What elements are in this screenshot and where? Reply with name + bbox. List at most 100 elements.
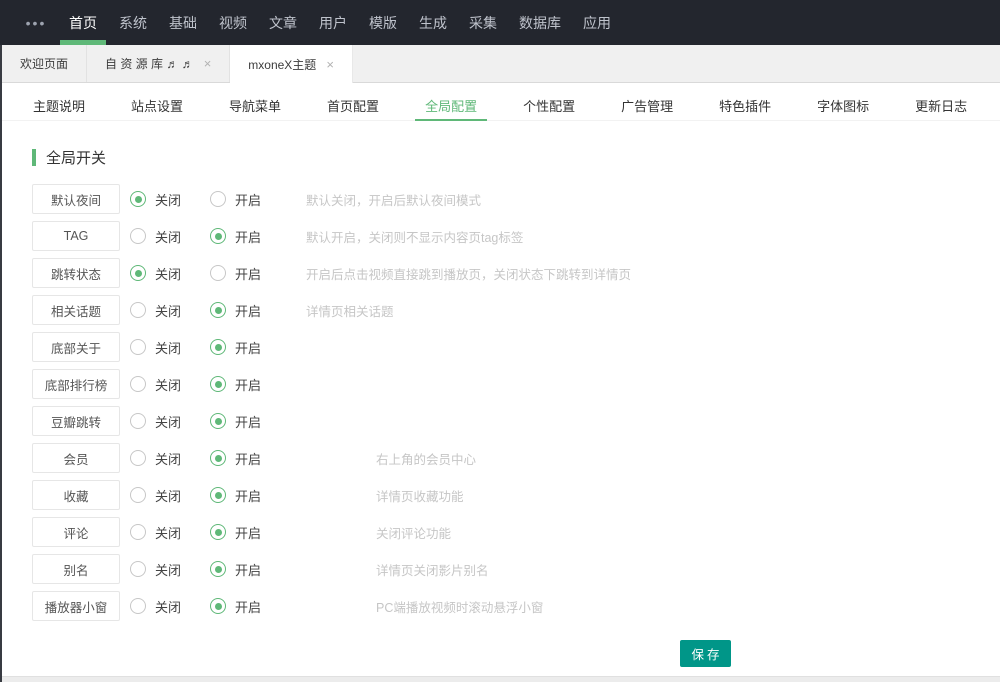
switch-row: 相关话题 关闭 开启 xyxy=(32,295,1000,325)
topnav-item[interactable]: 基础 xyxy=(158,0,208,45)
switch-name-box: 评论 xyxy=(32,517,120,547)
radio-circle-icon xyxy=(210,524,226,540)
radio-on[interactable]: 开启 xyxy=(210,338,276,357)
tab[interactable]: 欢迎页面 xyxy=(2,45,87,82)
radio-on-label: 开启 xyxy=(235,375,261,394)
topnav-item[interactable]: 系统 xyxy=(108,0,158,45)
switch-name-box: 别名 xyxy=(32,554,120,584)
radio-circle-icon xyxy=(210,598,226,614)
radio-off-label: 关闭 xyxy=(155,227,181,246)
radio-on[interactable]: 开启 xyxy=(210,264,276,283)
radio-off[interactable]: 关闭 xyxy=(130,227,196,246)
subnav: 主题说明 站点设置 导航菜单 首页配置 全局配置 xyxy=(2,91,1000,121)
switch-name: 默认夜间 xyxy=(51,190,101,209)
radio-circle-icon xyxy=(210,228,226,244)
radio-off[interactable]: 关闭 xyxy=(130,338,196,357)
save-button[interactable]: 保存 xyxy=(680,640,731,667)
switch-description: 默认关闭，开启后默认夜间模式 xyxy=(306,190,481,209)
radio-on[interactable]: 开启 xyxy=(210,597,276,616)
window-frame: 欢迎页面 自 资 源 库 ♬ ♬ × mxoneX主题 × 主题说明 xyxy=(0,45,1000,682)
radio-off-label: 关闭 xyxy=(155,597,181,616)
radio-on[interactable]: 开启 xyxy=(210,227,276,246)
switch-name: 底部排行榜 xyxy=(45,375,108,394)
radio-on[interactable]: 开启 xyxy=(210,560,276,579)
radio-on-label: 开启 xyxy=(235,301,261,320)
menu-more-icon[interactable]: ••• xyxy=(14,0,58,45)
radio-circle-icon xyxy=(130,339,146,355)
topnav-item[interactable]: 模版 xyxy=(358,0,408,45)
radio-off[interactable]: 关闭 xyxy=(130,412,196,431)
tab[interactable]: mxoneX主题 × xyxy=(230,45,353,83)
switch-name: 评论 xyxy=(63,523,88,542)
radio-on-label: 开启 xyxy=(235,412,261,431)
switch-row: 跳转状态 关闭 开启 xyxy=(32,258,1000,288)
horizontal-scrollbar[interactable] xyxy=(2,676,1000,682)
subnav-item[interactable]: 个性配置 xyxy=(513,91,585,120)
topnav-item[interactable]: 采集 xyxy=(458,0,508,45)
subnav-item[interactable]: 站点设置 xyxy=(121,91,193,120)
subnav-item[interactable]: 特色插件 xyxy=(709,91,781,120)
radio-off[interactable]: 关闭 xyxy=(130,486,196,505)
radio-on[interactable]: 开启 xyxy=(210,190,276,209)
tab[interactable]: 自 资 源 库 ♬ ♬ × xyxy=(87,45,230,82)
radio-off-label: 关闭 xyxy=(155,301,181,320)
close-icon[interactable]: × xyxy=(204,57,212,70)
radio-off[interactable]: 关闭 xyxy=(130,301,196,320)
radio-off[interactable]: 关闭 xyxy=(130,375,196,394)
topnav-item[interactable]: 用户 xyxy=(308,0,358,45)
radio-on[interactable]: 开启 xyxy=(210,449,276,468)
topnav-item[interactable]: 数据库 xyxy=(508,0,572,45)
switch-description: PC端播放视频时滚动悬浮小窗 xyxy=(376,597,543,616)
radio-off-label: 关闭 xyxy=(155,449,181,468)
radio-circle-icon xyxy=(130,302,146,318)
radio-off[interactable]: 关闭 xyxy=(130,449,196,468)
subnav-item[interactable]: 导航菜单 xyxy=(219,91,291,120)
topnav: 首页 系统 基础 视频 文章 用户 xyxy=(58,0,622,45)
radio-off[interactable]: 关闭 xyxy=(130,560,196,579)
topnav-item[interactable]: 视频 xyxy=(208,0,258,45)
switch-description: 详情页相关话题 xyxy=(306,301,394,320)
radio-on[interactable]: 开启 xyxy=(210,301,276,320)
subnav-item[interactable]: 更新日志 xyxy=(905,91,977,120)
subnav-item-label: 字体图标 xyxy=(817,96,869,115)
close-icon[interactable]: × xyxy=(326,58,334,71)
radio-on[interactable]: 开启 xyxy=(210,375,276,394)
radio-off[interactable]: 关闭 xyxy=(130,190,196,209)
topnav-item[interactable]: 首页 xyxy=(58,0,108,45)
topnav-item[interactable]: 文章 xyxy=(258,0,308,45)
topnav-item[interactable]: 生成 xyxy=(408,0,458,45)
radio-on-label: 开启 xyxy=(235,338,261,357)
radio-circle-icon xyxy=(210,413,226,429)
subnav-item[interactable]: 主题说明 xyxy=(23,91,95,120)
subnav-item[interactable]: 字体图标 xyxy=(807,91,879,120)
subnav-item[interactable]: 广告管理 xyxy=(611,91,683,120)
switch-name-box: 相关话题 xyxy=(32,295,120,325)
admin-screen: ••• 首页 系统 基础 视频 文章 xyxy=(0,0,1000,682)
switch-row: 播放器小窗 关闭 开启 xyxy=(32,591,1000,621)
switch-row: 别名 关闭 开启 xyxy=(32,554,1000,584)
radio-off-label: 关闭 xyxy=(155,412,181,431)
radio-off-label: 关闭 xyxy=(155,560,181,579)
switch-name: 跳转状态 xyxy=(51,264,101,283)
radio-off[interactable]: 关闭 xyxy=(130,597,196,616)
switch-name: 别名 xyxy=(63,560,88,579)
radio-circle-icon xyxy=(210,487,226,503)
switch-name: TAG xyxy=(64,229,89,243)
subnav-item[interactable]: 全局配置 xyxy=(415,91,487,120)
topnav-item[interactable]: 应用 xyxy=(572,0,622,45)
radio-off[interactable]: 关闭 xyxy=(130,523,196,542)
radio-circle-icon xyxy=(130,487,146,503)
switch-description: 关闭评论功能 xyxy=(376,523,451,542)
radio-circle-icon xyxy=(130,598,146,614)
radio-on[interactable]: 开启 xyxy=(210,486,276,505)
subnav-item[interactable]: 首页配置 xyxy=(317,91,389,120)
switch-name: 会员 xyxy=(63,449,88,468)
radio-on-label: 开启 xyxy=(235,486,261,505)
switch-name-box: TAG xyxy=(32,221,120,251)
radio-on-label: 开启 xyxy=(235,597,261,616)
radio-on[interactable]: 开启 xyxy=(210,523,276,542)
radio-on[interactable]: 开启 xyxy=(210,412,276,431)
radio-off[interactable]: 关闭 xyxy=(130,264,196,283)
radio-circle-icon xyxy=(130,228,146,244)
switch-name: 豆瓣跳转 xyxy=(51,412,101,431)
